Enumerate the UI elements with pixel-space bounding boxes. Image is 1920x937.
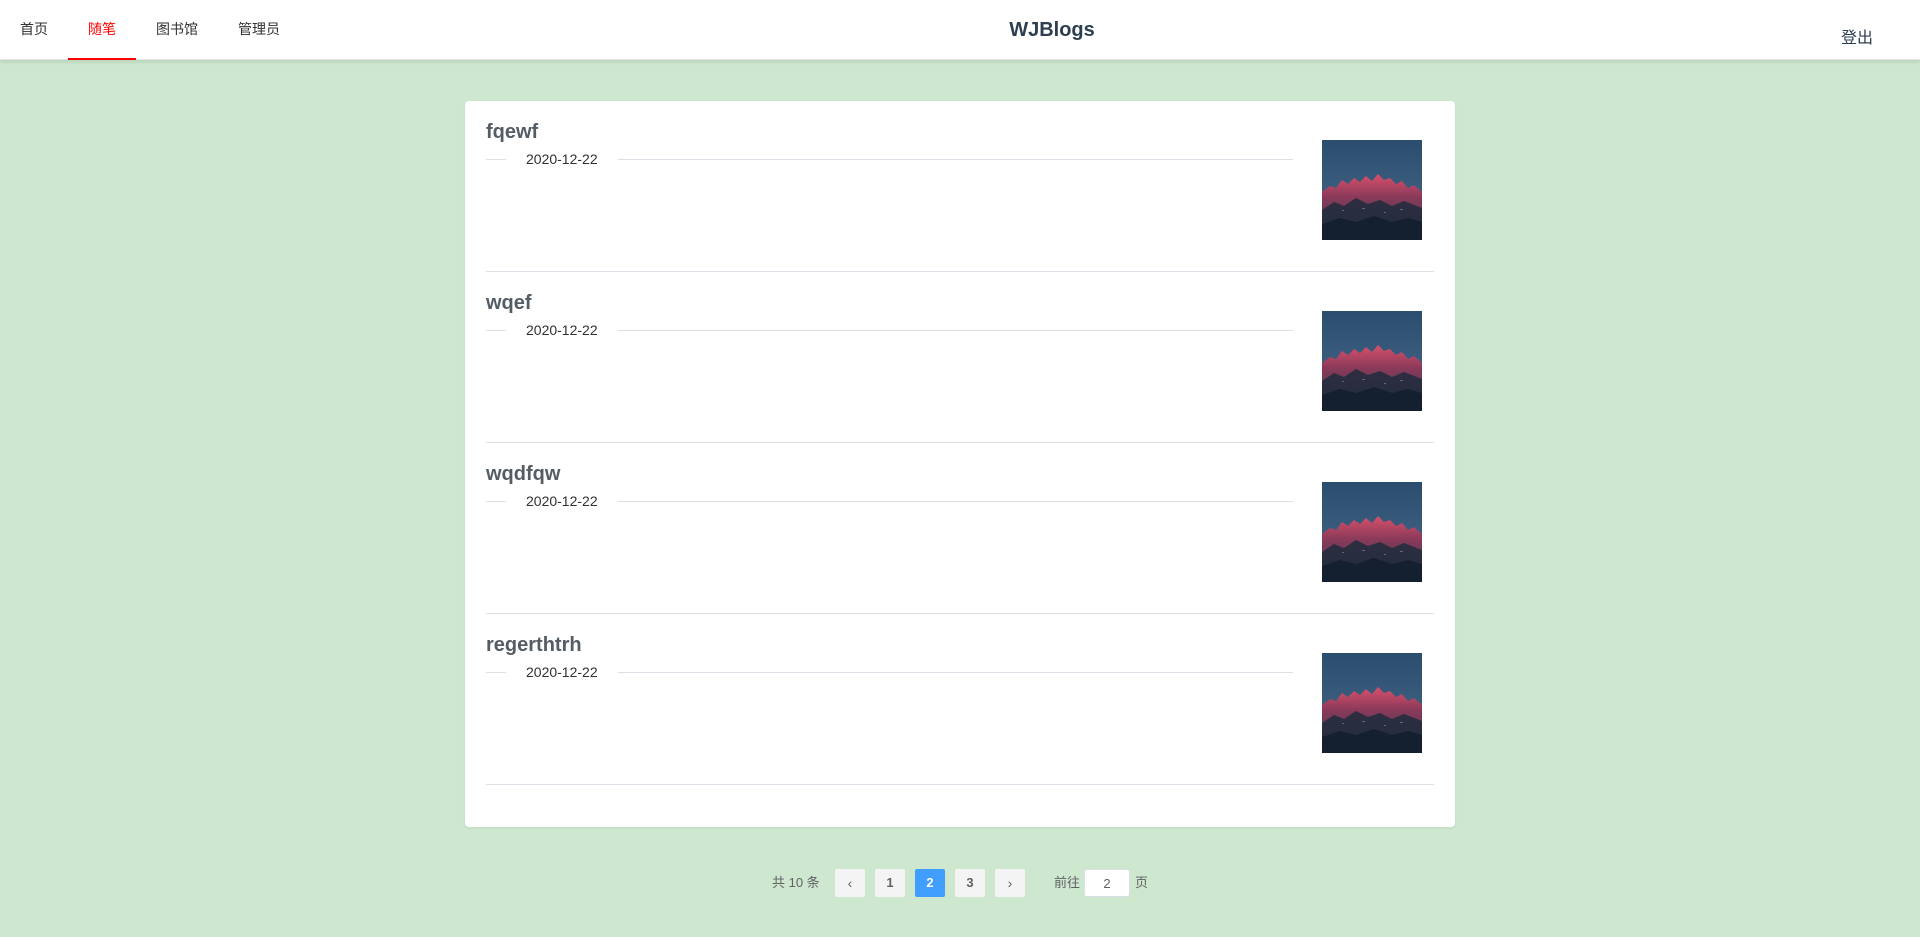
mountain-sunset-image: [1322, 482, 1422, 582]
post-thumbnail[interactable]: [1322, 140, 1422, 240]
page-button-1[interactable]: 1: [875, 869, 905, 897]
mountain-sunset-image: [1322, 311, 1422, 411]
goto-page-input[interactable]: [1084, 869, 1130, 897]
post-list-card: fqewf 2020-12-22 wqef 2020-12-22 wqdfqw …: [465, 101, 1455, 827]
top-navbar: 首页 随笔 图书馆 管理员 WJBlogs 登出: [0, 0, 1920, 60]
goto-prefix-label: 前往: [1054, 875, 1081, 890]
prev-page-button[interactable]: ‹: [835, 869, 865, 897]
post-date: 2020-12-22: [506, 493, 618, 509]
post-date: 2020-12-22: [506, 322, 618, 338]
page-button-3[interactable]: 3: [955, 869, 985, 897]
post-item: wqdfqw 2020-12-22: [486, 443, 1434, 614]
mountain-sunset-image: [1322, 653, 1422, 753]
logout-link[interactable]: 登出: [1841, 24, 1873, 48]
post-title[interactable]: wqdfqw: [486, 463, 560, 486]
post-title[interactable]: regerthtrh: [486, 634, 582, 657]
post-item: wqef 2020-12-22: [486, 272, 1434, 443]
post-title[interactable]: wqef: [486, 292, 532, 315]
post-title[interactable]: fqewf: [486, 121, 538, 144]
goto-suffix-label: 页: [1135, 875, 1149, 890]
mountain-sunset-image: [1322, 140, 1422, 240]
pagination-total: 共 10 条: [772, 875, 820, 890]
post-thumbnail[interactable]: [1322, 653, 1422, 753]
chevron-right-icon: ›: [1007, 875, 1013, 891]
pagination: 共 10 条 ‹ 1 2 3 › 前往 页: [0, 869, 1920, 897]
post-thumbnail[interactable]: [1322, 482, 1422, 582]
post-date: 2020-12-22: [506, 151, 618, 167]
next-page-button[interactable]: ›: [995, 869, 1025, 897]
post-item: regerthtrh 2020-12-22: [486, 614, 1434, 785]
site-brand: WJBlogs: [1009, 19, 1095, 41]
post-date: 2020-12-22: [506, 664, 618, 680]
page-button-2[interactable]: 2: [915, 869, 945, 897]
chevron-left-icon: ‹: [847, 875, 853, 891]
post-item: fqewf 2020-12-22: [486, 101, 1434, 272]
post-thumbnail[interactable]: [1322, 311, 1422, 411]
